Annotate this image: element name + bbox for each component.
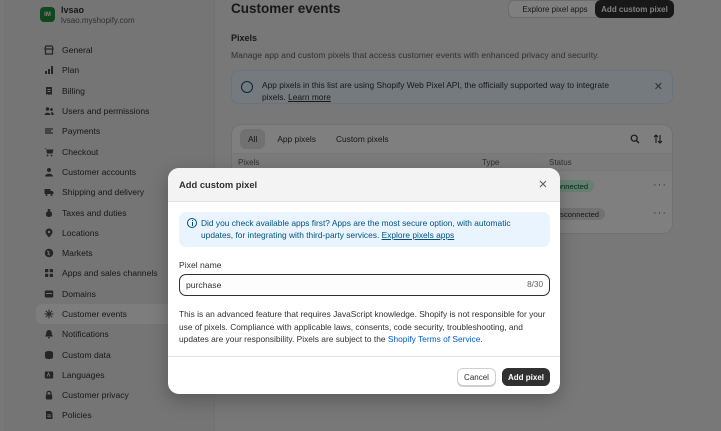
pixel-name-label: Pixel name (179, 260, 222, 270)
modal-header: Add custom pixel (168, 168, 560, 202)
pixel-name-input[interactable] (186, 278, 486, 292)
modal-title: Add custom pixel (179, 179, 258, 190)
add-custom-pixel-modal: Add custom pixel Did you check available… (168, 168, 560, 394)
terms-of-service-link[interactable]: Shopify Terms of Service (388, 334, 480, 344)
settings-page: IM lvsao lvsao.myshopify.com General Pla… (0, 0, 721, 431)
apps-first-info-banner: Did you check available apps first? Apps… (179, 212, 550, 247)
modal-footer: Cancel Add pixel (168, 356, 560, 394)
apps-first-banner-text: Did you check available apps first? Apps… (201, 218, 511, 240)
close-icon[interactable] (536, 177, 550, 191)
pixel-name-field[interactable]: 8/30 (179, 274, 550, 296)
explore-pixels-apps-link[interactable]: Explore pixels apps (382, 230, 455, 240)
advanced-feature-disclaimer: This is an advanced feature that require… (179, 309, 546, 345)
info-icon (187, 218, 197, 228)
character-counter: 8/30 (527, 280, 543, 289)
cancel-button[interactable]: Cancel (457, 368, 496, 386)
add-pixel-button[interactable]: Add pixel (502, 368, 550, 386)
